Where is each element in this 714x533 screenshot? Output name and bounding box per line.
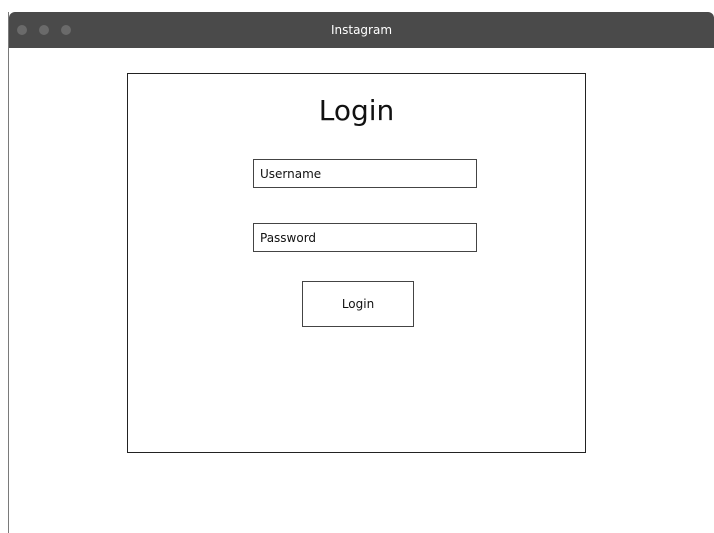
login-button[interactable]: Login [302,281,414,327]
login-panel: Login Login [127,73,586,453]
login-heading: Login [318,94,395,127]
window-titlebar: Instagram [9,12,714,48]
page: Instagram Login Login [0,0,714,533]
app-window: Instagram Login Login [8,12,714,533]
password-input[interactable] [253,223,477,252]
window-title: Instagram [330,23,393,37]
window-content: Login Login [9,48,714,533]
username-input[interactable] [253,159,477,188]
